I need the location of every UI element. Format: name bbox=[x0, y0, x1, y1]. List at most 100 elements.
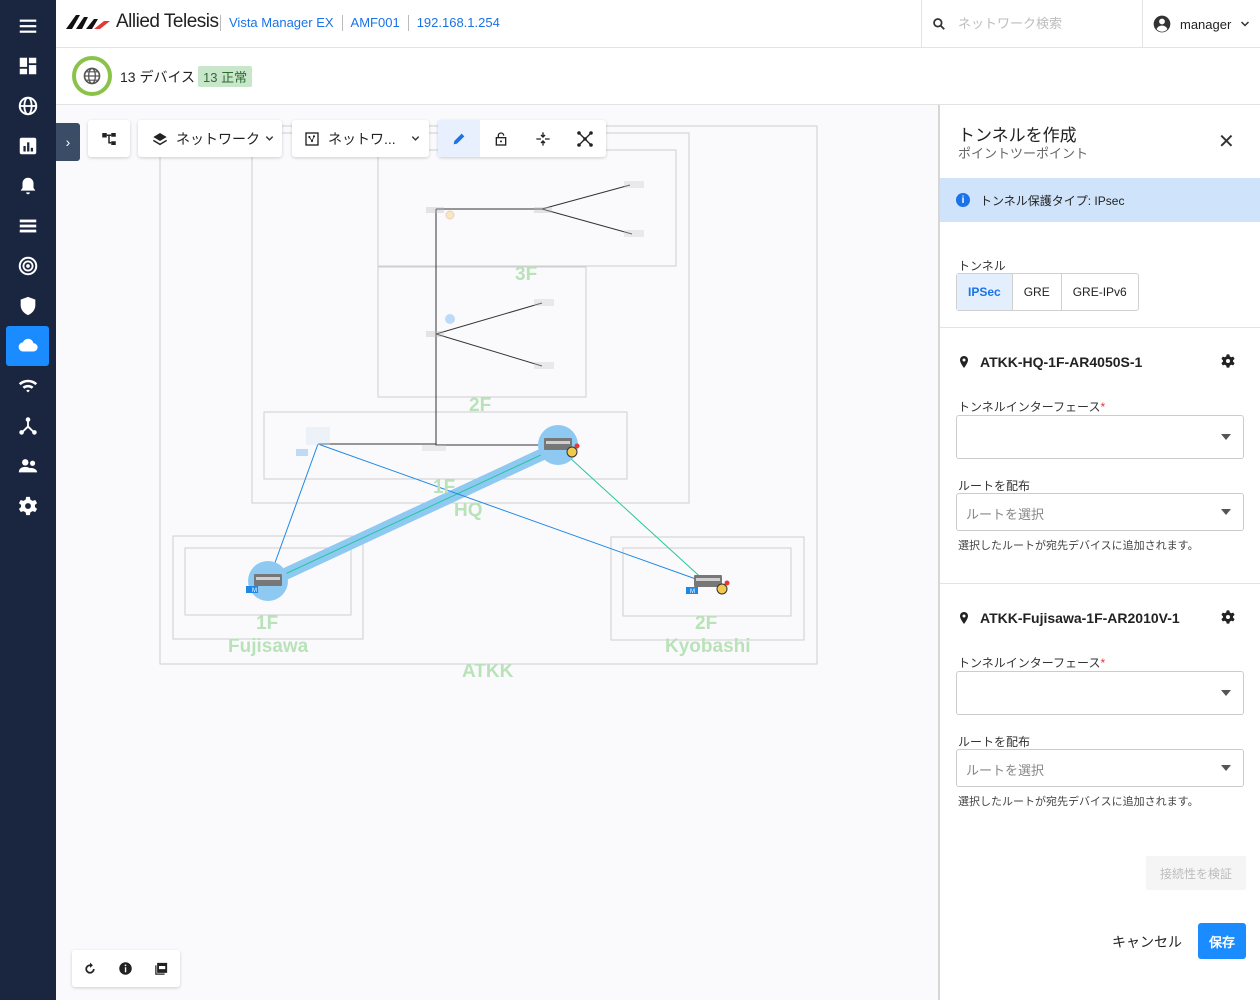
tunnel-type-selector: IPSec GRE GRE-IPv6 bbox=[956, 273, 1139, 311]
tunnel-label: トンネル bbox=[958, 259, 1006, 273]
endpoint-2-route-select[interactable]: ルートを選択 bbox=[956, 749, 1244, 787]
menu-icon[interactable] bbox=[6, 6, 49, 46]
create-tunnel-panel: トンネルを作成 ポイントツーポイント ✕ i トンネル保護タイプ: IPsec … bbox=[938, 105, 1260, 1000]
group-hq[interactable] bbox=[251, 132, 690, 504]
topology-icon[interactable] bbox=[6, 406, 49, 446]
label-fujisawa: Fujisawa bbox=[228, 636, 309, 657]
expand-panel-button[interactable]: › bbox=[56, 123, 80, 161]
cloud-icon[interactable] bbox=[6, 326, 49, 366]
gear-icon[interactable] bbox=[1220, 609, 1236, 625]
endpoint-2-iface-label: トンネルインターフェース* bbox=[958, 654, 1105, 671]
topology-canvas[interactable]: M M 3F 2F 1F HQ 1F Fujisawa 2F Kyobashi … bbox=[56, 105, 938, 1000]
globe-icon[interactable] bbox=[6, 86, 49, 126]
user-menu[interactable]: manager bbox=[1152, 14, 1251, 34]
label-kyobashi: Kyobashi bbox=[665, 636, 751, 657]
breadcrumb-app[interactable]: Vista Manager EX bbox=[220, 15, 342, 31]
dashboard-icon[interactable] bbox=[6, 46, 49, 86]
chevron-down-icon bbox=[265, 136, 274, 141]
network-nodes-icon bbox=[577, 130, 593, 147]
normal-status-badge[interactable]: 13 正常 bbox=[198, 66, 253, 87]
hierarchy-icon bbox=[102, 132, 116, 145]
chevron-down-icon bbox=[411, 136, 419, 141]
divider bbox=[940, 327, 1260, 328]
endpoint-1-iface-select[interactable] bbox=[956, 415, 1244, 459]
shield-icon[interactable] bbox=[6, 286, 49, 326]
caret-down-icon bbox=[1221, 509, 1231, 515]
refresh-icon[interactable] bbox=[83, 962, 97, 976]
group-2f[interactable] bbox=[377, 266, 587, 398]
settings-icon[interactable] bbox=[6, 486, 49, 526]
status-bar: 13 デバイス 13 正常 bbox=[56, 48, 1260, 105]
required-mark: * bbox=[1100, 400, 1106, 414]
account-icon bbox=[1153, 15, 1171, 33]
network-view-label: ネットワ... bbox=[328, 130, 396, 147]
report-icon[interactable] bbox=[6, 126, 49, 166]
label-2f: 2F bbox=[469, 395, 491, 416]
info-icon: i bbox=[956, 193, 970, 207]
network-status-indicator[interactable] bbox=[72, 56, 112, 96]
router-hq[interactable] bbox=[538, 425, 580, 465]
network-dropdown-label: ネットワーク bbox=[176, 130, 260, 147]
wifi-icon[interactable] bbox=[6, 366, 49, 406]
route-placeholder: ルートを選択 bbox=[966, 763, 1045, 778]
network-view-dropdown[interactable]: ネットワ... bbox=[292, 120, 429, 157]
label-2f-kyobashi: 2F bbox=[695, 613, 717, 634]
allied-telesis-logo: Allied Telesis bbox=[64, 10, 219, 34]
list-icon[interactable] bbox=[6, 206, 49, 246]
endpoint-1-device: ATKK-HQ-1F-AR4050S-1 bbox=[980, 354, 1143, 370]
sidebar bbox=[0, 0, 56, 1000]
pencil-icon bbox=[453, 133, 465, 144]
chevron-down-icon bbox=[1241, 21, 1250, 27]
router-fujisawa[interactable] bbox=[246, 561, 288, 601]
caret-down-icon bbox=[1221, 434, 1231, 440]
cancel-button[interactable]: キャンセル bbox=[1112, 932, 1182, 952]
endpoint-2-device: ATKK-Fujisawa-1F-AR2010V-1 bbox=[980, 610, 1180, 626]
breadcrumb-amf[interactable]: AMF001 bbox=[341, 15, 408, 31]
radar-icon[interactable] bbox=[6, 246, 49, 286]
save-button[interactable]: 保存 bbox=[1198, 923, 1246, 959]
collapse-icon bbox=[536, 131, 550, 146]
iface-label-text: トンネルインターフェース bbox=[958, 656, 1101, 670]
pdf-export-icon[interactable] bbox=[154, 961, 169, 976]
users-icon[interactable] bbox=[6, 446, 49, 486]
endpoint-1-route-select[interactable]: ルートを選択 bbox=[956, 493, 1244, 531]
endpoint-1-route-help: 選択したルートが宛先デバイスに追加されます。 bbox=[958, 540, 1199, 552]
green-link-hq-kyobashi[interactable] bbox=[557, 446, 708, 584]
label-atkk: ATKK bbox=[462, 661, 514, 682]
tunnel-option-gre[interactable]: GRE bbox=[1013, 274, 1062, 310]
tunnel-mode-button[interactable] bbox=[564, 120, 606, 157]
alarm-icon[interactable] bbox=[6, 166, 49, 206]
info-text: トンネル保護タイプ: IPsec bbox=[980, 193, 1125, 208]
device-badge-fujisawa: M bbox=[252, 588, 257, 594]
info-icon[interactable] bbox=[118, 961, 133, 976]
required-mark: * bbox=[1100, 656, 1106, 670]
edit-button[interactable] bbox=[438, 120, 480, 157]
verify-connectivity-button[interactable]: 接続性を検証 bbox=[1146, 856, 1246, 890]
gear-icon[interactable] bbox=[1220, 353, 1236, 369]
endpoint-2-route-help: 選択したルートが宛先デバイスに追加されます。 bbox=[958, 796, 1199, 808]
location-pin-icon bbox=[960, 356, 968, 368]
logo-text: Allied Telesis bbox=[116, 11, 219, 32]
endpoint-1-header: ATKK-HQ-1F-AR4050S-1 bbox=[958, 354, 1142, 370]
user-name: manager bbox=[1180, 16, 1232, 32]
breadcrumb: Vista Manager EX AMF001 192.168.1.254 bbox=[220, 15, 508, 31]
endpoint-2-iface-select[interactable] bbox=[956, 671, 1244, 715]
chevron-right-icon: › bbox=[65, 134, 71, 150]
breadcrumb-ip[interactable]: 192.168.1.254 bbox=[407, 15, 508, 31]
search-input[interactable] bbox=[958, 16, 1128, 31]
group-3f[interactable] bbox=[377, 149, 677, 267]
tree-view-button[interactable] bbox=[88, 120, 130, 157]
endpoint-2-header: ATKK-Fujisawa-1F-AR2010V-1 bbox=[958, 610, 1180, 626]
close-icon[interactable]: ✕ bbox=[1218, 129, 1235, 154]
network-map[interactable]: M M 3F 2F 1F HQ 1F Fujisawa 2F Kyobashi … bbox=[56, 105, 938, 1000]
endpoint-1-iface-label: トンネルインターフェース* bbox=[958, 398, 1105, 415]
lock-open-icon bbox=[495, 131, 507, 146]
tunnel-option-ipsec[interactable]: IPSec bbox=[957, 274, 1013, 310]
map-bottom-tools bbox=[72, 950, 180, 987]
lock-button[interactable] bbox=[480, 120, 522, 157]
label-hq: HQ bbox=[454, 500, 483, 521]
collapse-button[interactable] bbox=[522, 120, 564, 157]
device-badge-kyobashi: M bbox=[690, 589, 695, 595]
tunnel-option-gre-ipv6[interactable]: GRE-IPv6 bbox=[1062, 274, 1138, 310]
network-layer-dropdown[interactable]: ネットワーク bbox=[138, 120, 282, 157]
